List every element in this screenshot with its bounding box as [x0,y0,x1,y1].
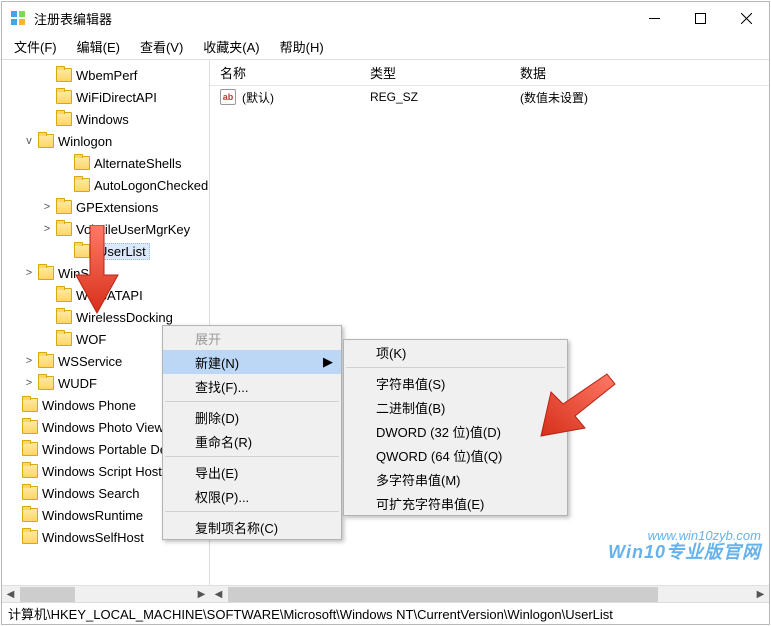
tree-item-windows[interactable]: Windows [2,108,209,130]
folder-icon [38,134,54,148]
maximize-button[interactable] [677,2,723,34]
app-icon [10,10,26,26]
tree-item-alternateshells[interactable]: AlternateShells [2,152,209,174]
ctx-export[interactable]: 导出(E) [163,460,341,484]
watermark: www.win10zyb.com Win10专业版官网 [608,529,761,563]
close-button[interactable] [723,2,769,34]
statusbar: 计算机\HKEY_LOCAL_MACHINE\SOFTWARE\Microsof… [2,602,769,624]
folder-icon [22,508,38,522]
ctx-find[interactable]: 查找(F)... [163,374,341,398]
list-header: 名称 类型 数据 [210,60,769,86]
folder-icon [38,354,54,368]
ctx-new-multistring[interactable]: 多字符串值(M) [344,467,567,491]
scroll-left-icon[interactable]: ◀ [2,586,19,603]
ctx-expand: 展开 [163,326,341,350]
ctx-new-string[interactable]: 字符串值(S) [344,371,567,395]
folder-icon [22,464,38,478]
folder-icon [56,222,72,236]
separator [165,511,339,512]
scrollbars: ◀▶ ◀▶ [2,585,769,602]
tree-item-winsat[interactable]: >WinSAT [2,262,209,284]
menubar: 文件(F) 编辑(E) 查看(V) 收藏夹(A) 帮助(H) [2,34,769,60]
workarea: WbemPerf WiFiDirectAPI Windows vWinlogon… [2,60,769,585]
folder-icon [56,68,72,82]
folder-icon [56,112,72,126]
ctx-rename[interactable]: 重命名(R) [163,429,341,453]
menu-file[interactable]: 文件(F) [4,33,67,60]
registry-editor-window: 注册表编辑器 文件(F) 编辑(E) 查看(V) 收藏夹(A) 帮助(H) Wb… [1,1,770,625]
expander-expand-icon[interactable]: > [22,377,36,389]
column-header-type[interactable]: 类型 [360,60,510,86]
value-type: REG_SZ [360,90,510,104]
separator [346,367,565,368]
folder-icon [74,244,90,258]
string-value-icon: ab [220,89,236,105]
tree-item-autologon[interactable]: AutoLogonChecked [2,174,209,196]
ctx-new-key[interactable]: 项(K) [344,340,567,364]
ctx-new-qword[interactable]: QWORD (64 位)值(Q) [344,443,567,467]
folder-icon [56,90,72,104]
separator [165,401,339,402]
expander-collapse-icon[interactable]: v [22,135,36,147]
ctx-new[interactable]: 新建(N)▶ [163,350,341,374]
ctx-delete[interactable]: 删除(D) [163,405,341,429]
status-path: 计算机\HKEY_LOCAL_MACHINE\SOFTWARE\Microsof… [8,604,613,623]
folder-icon [38,266,54,280]
expander-expand-icon[interactable]: > [22,267,36,279]
value-name: (默认) [242,89,274,106]
menu-favorites[interactable]: 收藏夹(A) [193,33,269,60]
tree-item-gpextensions[interactable]: >GPExtensions [2,196,209,218]
folder-icon [74,178,90,192]
folder-icon [22,442,38,456]
ctx-new-expandstring[interactable]: 可扩充字符串值(E) [344,491,567,515]
scroll-right-icon[interactable]: ▶ [752,586,769,603]
submenu-arrow-icon: ▶ [323,354,333,370]
folder-icon [56,332,72,346]
tree-item-volatilemgr[interactable]: >VolatileUserMgrKey [2,218,209,240]
folder-icon [56,310,72,324]
folder-icon [74,156,90,170]
context-menu-new: 项(K) 字符串值(S) 二进制值(B) DWORD (32 位)值(D) QW… [343,339,568,516]
tree-item-winlogon[interactable]: vWinlogon [2,130,209,152]
folder-icon [56,288,72,302]
folder-icon [22,420,38,434]
scroll-thumb[interactable] [20,587,75,602]
scroll-right-icon[interactable]: ▶ [193,586,210,603]
ctx-permissions[interactable]: 权限(P)... [163,484,341,508]
tree-scrollbar-h[interactable]: ◀▶ [2,585,210,602]
list-scrollbar-h[interactable]: ◀▶ [210,585,769,602]
folder-icon [38,376,54,390]
expander-expand-icon[interactable]: > [22,355,36,367]
scroll-left-icon[interactable]: ◀ [210,586,227,603]
window-title: 注册表编辑器 [34,9,631,28]
menu-help[interactable]: 帮助(H) [270,33,334,60]
tree-item-wbemperf[interactable]: WbemPerf [2,64,209,86]
titlebar[interactable]: 注册表编辑器 [2,2,769,34]
scroll-thumb[interactable] [228,587,658,602]
tree-item[interactable]: WindowsStore [2,548,209,550]
minimize-button[interactable] [631,2,677,34]
expander-expand-icon[interactable]: > [40,223,54,235]
expander-expand-icon[interactable]: > [40,201,54,213]
ctx-new-dword[interactable]: DWORD (32 位)值(D) [344,419,567,443]
menu-view[interactable]: 查看(V) [130,33,193,60]
tree-item-userlist[interactable]: UserList [2,240,209,262]
folder-icon [56,200,72,214]
tree-item-wifidirect[interactable]: WiFiDirectAPI [2,86,209,108]
separator [165,456,339,457]
column-header-data[interactable]: 数据 [510,60,769,86]
tree-item-winsatapi[interactable]: WinSATAPI [2,284,209,306]
folder-icon [22,486,38,500]
ctx-copy-keyname[interactable]: 复制项名称(C) [163,515,341,539]
ctx-new-binary[interactable]: 二进制值(B) [344,395,567,419]
column-header-name[interactable]: 名称 [210,60,360,86]
context-menu-key: 展开 新建(N)▶ 查找(F)... 删除(D) 重命名(R) 导出(E) 权限… [162,325,342,540]
folder-icon [22,398,38,412]
folder-icon [22,530,38,544]
value-data: (数值未设置) [510,89,769,106]
menu-edit[interactable]: 编辑(E) [67,33,130,60]
list-row-default[interactable]: ab (默认) REG_SZ (数值未设置) [210,86,769,108]
